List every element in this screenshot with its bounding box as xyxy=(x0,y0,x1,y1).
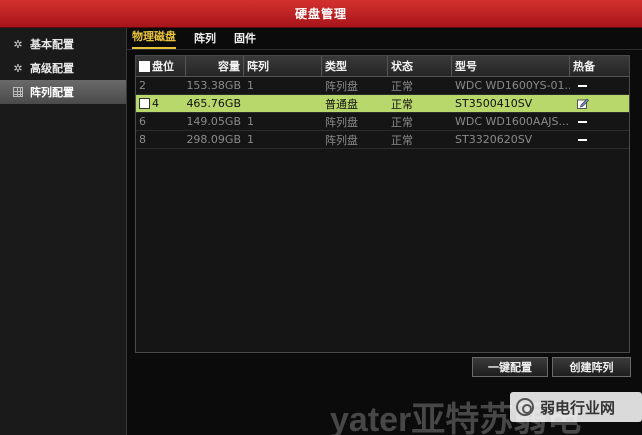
cell-bay: 2 xyxy=(139,79,146,92)
cell-array xyxy=(244,95,322,112)
edit-icon[interactable] xyxy=(577,98,589,109)
sidebar-item-label: 基本配置 xyxy=(30,38,74,51)
cell-array: 1 xyxy=(247,133,254,146)
header-type: 类型 xyxy=(322,56,388,76)
cell-model: WDC WD1600YS-01... xyxy=(455,79,570,92)
sidebar-item-label: 阵列配置 xyxy=(30,86,74,99)
cell-model: ST3500410SV xyxy=(455,97,533,110)
cell-status: 正常 xyxy=(391,79,413,93)
badge-label: 弱电行业网 xyxy=(540,398,616,417)
cell-type: 阵列盘 xyxy=(325,133,358,147)
cell-type: 阵列盘 xyxy=(325,79,358,93)
cell-array: 1 xyxy=(247,79,254,92)
header-model: 型号 xyxy=(452,56,570,76)
select-all-checkbox[interactable] xyxy=(139,60,150,72)
cell-status: 正常 xyxy=(391,115,413,129)
tab-array[interactable]: 阵列 xyxy=(194,30,216,49)
cell-capacity: 149.05GB xyxy=(186,115,241,128)
cell-model: WDC WD1600AAJS... xyxy=(455,115,569,128)
row-checkbox[interactable] xyxy=(139,98,150,109)
quick-config-button[interactable]: 一键配置 xyxy=(472,357,548,377)
cell-capacity: 298.09GB xyxy=(186,133,241,146)
cell-capacity: 465.76GB xyxy=(186,97,241,110)
header-capacity: 容量 xyxy=(186,56,244,76)
header-bay[interactable]: 盘位 xyxy=(136,56,186,76)
sidebar: ✲ 基本配置 ✲ 高级配置 阵列配置 xyxy=(0,28,127,435)
cell-type: 阵列盘 xyxy=(325,115,358,129)
cell-bay: 6 xyxy=(139,115,146,128)
header-status: 状态 xyxy=(388,56,452,76)
tab-bar: 物理磁盘 阵列 固件 xyxy=(127,28,642,50)
table-row-selected[interactable]: 4 465.76GB 普通盘 正常 ST3500410SV xyxy=(136,95,629,113)
sidebar-item-basic-config[interactable]: ✲ 基本配置 xyxy=(0,32,126,56)
tab-physical-disks[interactable]: 物理磁盘 xyxy=(132,28,176,49)
cell-capacity: 153.38GB xyxy=(186,79,241,92)
grid-icon xyxy=(12,86,24,98)
table-row[interactable]: 6 149.05GB 1 阵列盘 正常 WDC WD1600AAJS... xyxy=(136,113,629,131)
cell-array: 1 xyxy=(247,115,254,128)
sidebar-item-advanced-config[interactable]: ✲ 高级配置 xyxy=(0,56,126,80)
window-title: 硬盘管理 xyxy=(0,0,642,28)
dash-icon xyxy=(578,84,587,87)
create-array-button[interactable]: 创建阵列 xyxy=(552,357,631,377)
cell-model: ST3320620SV xyxy=(455,133,533,146)
dash-icon xyxy=(578,138,587,141)
cell-status: 正常 xyxy=(391,133,413,147)
header-hotspare: 热备 xyxy=(573,60,595,73)
cell-hotspare xyxy=(570,77,629,94)
table-row[interactable]: 2 153.38GB 1 阵列盘 正常 WDC WD1600YS-01... xyxy=(136,77,629,95)
watermark-badge: 弱电行业网 xyxy=(510,392,642,422)
gear-icon: ✲ xyxy=(13,37,23,51)
cell-status: 正常 xyxy=(391,97,413,111)
table-header: 盘位 容量 阵列 类型 状态 型号 热备 xyxy=(136,56,629,77)
header-array: 阵列 xyxy=(244,56,322,76)
table-row[interactable]: 8 298.09GB 1 阵列盘 正常 ST3320620SV xyxy=(136,131,629,149)
cell-type: 普通盘 xyxy=(325,97,358,111)
disk-table: 盘位 容量 阵列 类型 状态 型号 热备 2 153.38GB 1 阵列盘 正常… xyxy=(135,55,630,353)
cell-hotspare xyxy=(570,95,629,112)
gear-icon: ✲ xyxy=(13,61,23,75)
cell-hotspare xyxy=(570,113,629,130)
sidebar-item-array-config[interactable]: 阵列配置 xyxy=(0,80,126,104)
cell-bay: 4 xyxy=(136,95,186,112)
tab-firmware[interactable]: 固件 xyxy=(234,30,256,49)
cell-bay: 8 xyxy=(139,133,146,146)
cell-hotspare xyxy=(570,131,629,148)
dash-icon xyxy=(578,120,587,123)
sidebar-item-label: 高级配置 xyxy=(30,62,74,75)
wechat-icon xyxy=(516,398,534,416)
